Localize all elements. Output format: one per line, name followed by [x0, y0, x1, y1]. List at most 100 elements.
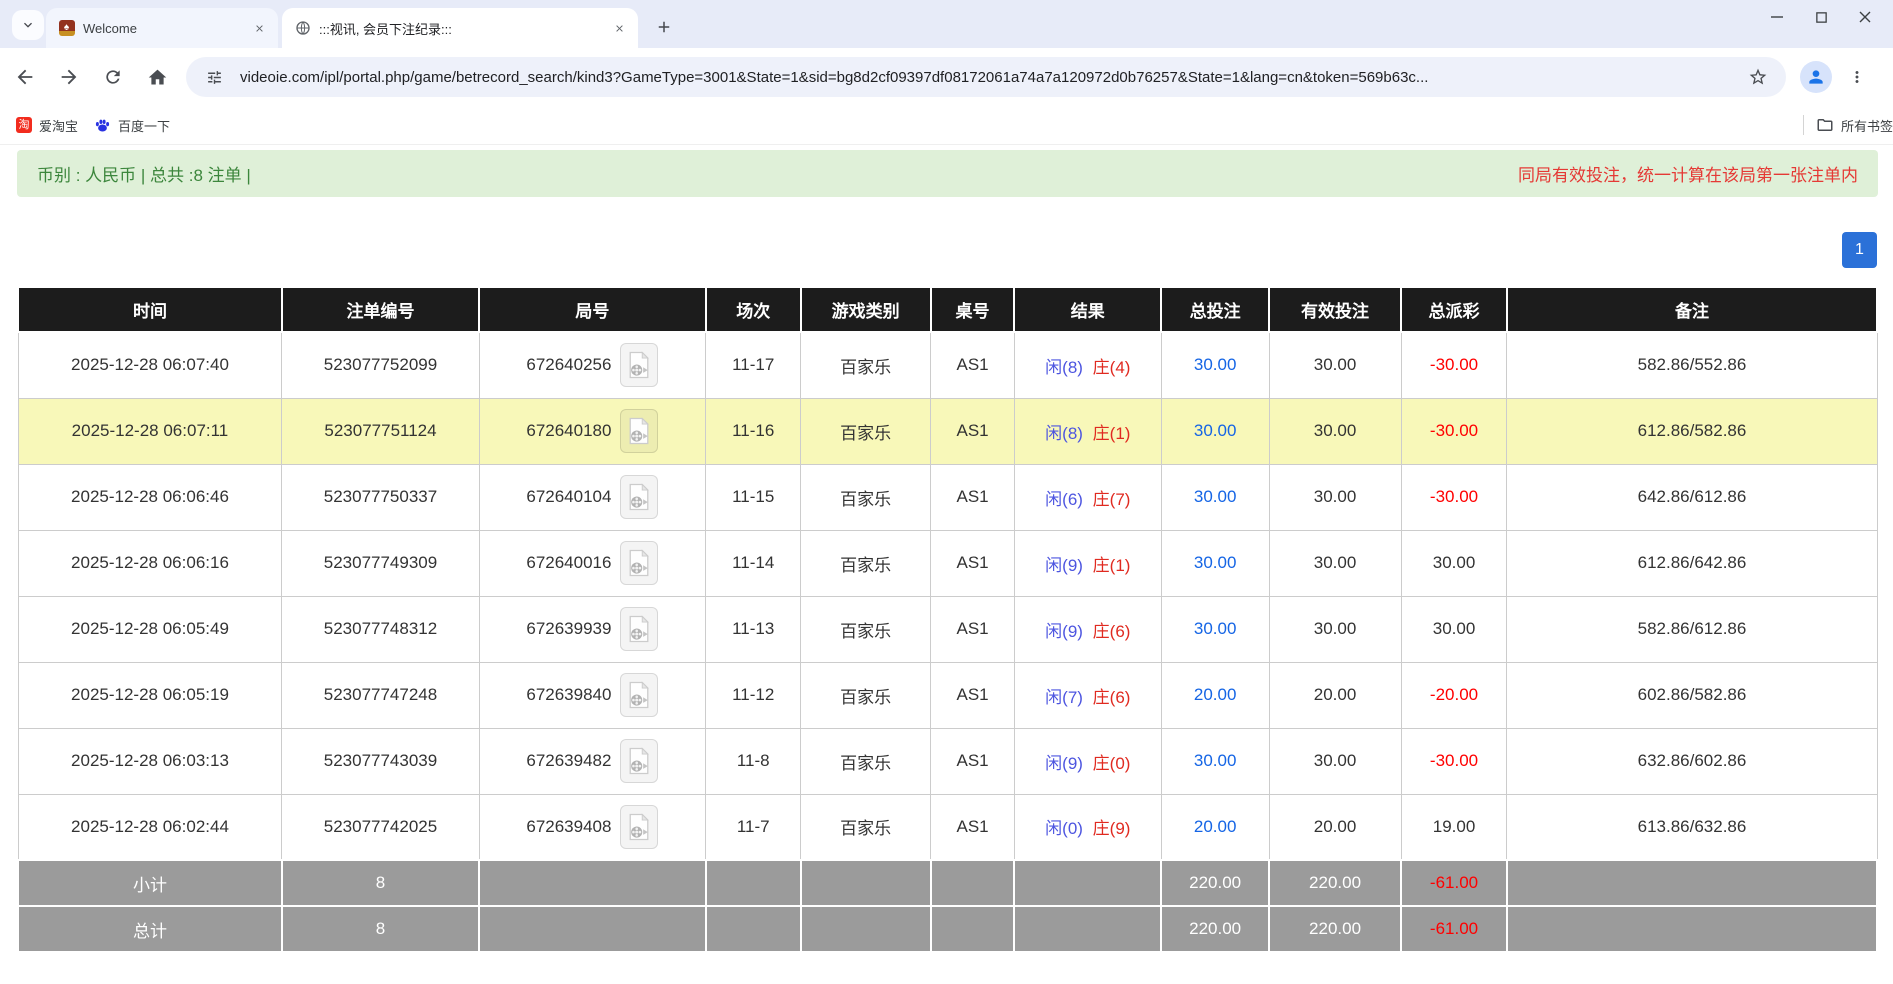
- minimize-button[interactable]: [1755, 0, 1799, 34]
- video-replay-button[interactable]: [620, 673, 658, 717]
- cell-bet-id: 523077751124: [282, 398, 479, 464]
- cell-empty: [1014, 906, 1161, 952]
- round-number: 672639408: [526, 817, 611, 837]
- cell-game-type: 百家乐: [801, 464, 931, 530]
- video-replay-button[interactable]: [620, 541, 658, 585]
- tab-title: Welcome: [83, 21, 242, 36]
- subtotal-payout: -61.00: [1401, 860, 1507, 906]
- cell-payout: -30.00: [1401, 398, 1507, 464]
- cell-result: 闲(9) 庄(1): [1014, 530, 1161, 596]
- cell-payout: -30.00: [1401, 464, 1507, 530]
- video-replay-button[interactable]: [620, 739, 658, 783]
- folder-icon: [1816, 116, 1834, 134]
- video-replay-button[interactable]: [620, 343, 658, 387]
- total-bet-link[interactable]: 30.00: [1194, 487, 1237, 506]
- video-replay-icon: [627, 681, 651, 709]
- profile-avatar[interactable]: [1800, 61, 1832, 93]
- back-button[interactable]: [6, 58, 44, 96]
- result-player: 闲(9): [1045, 754, 1083, 773]
- round-number: 672640180: [526, 421, 611, 441]
- cell-game-type: 百家乐: [801, 794, 931, 860]
- baidu-paw-icon: [94, 117, 111, 134]
- cell-total-bet: 30.00: [1161, 332, 1269, 398]
- cell-table-no: AS1: [931, 464, 1015, 530]
- three-dots-icon: [1848, 68, 1866, 86]
- cell-empty: [931, 906, 1015, 952]
- maximize-icon: [1815, 11, 1828, 24]
- total-bet-link[interactable]: 20.00: [1194, 685, 1237, 704]
- cell-total-bet: 30.00: [1161, 596, 1269, 662]
- bookmark-baidu[interactable]: 百度一下: [94, 116, 170, 135]
- cell-valid-bet: 30.00: [1269, 596, 1401, 662]
- video-replay-icon: [627, 483, 651, 511]
- result-player: 闲(8): [1045, 424, 1083, 443]
- cell-session: 11-17: [706, 332, 801, 398]
- round-number: 672639482: [526, 751, 611, 771]
- new-tab-button[interactable]: [650, 13, 678, 41]
- maximize-button[interactable]: [1799, 0, 1843, 34]
- header-payout: 总派彩: [1401, 287, 1507, 332]
- cell-payout: -30.00: [1401, 728, 1507, 794]
- currency-summary-text: 币别 : 人民币 | 总共 :8 注单 |: [37, 161, 251, 186]
- result-banker: 庄(9): [1093, 819, 1131, 838]
- valid-bet-notice-text: 同局有效投注，统一计算在该局第一张注单内: [1518, 161, 1858, 186]
- cell-table-no: AS1: [931, 794, 1015, 860]
- cell-time: 2025-12-28 06:05:49: [18, 596, 282, 662]
- header-result: 结果: [1014, 287, 1161, 332]
- home-button[interactable]: [138, 58, 176, 96]
- tab-close-icon[interactable]: [610, 19, 628, 37]
- result-banker: 庄(6): [1093, 688, 1131, 707]
- bet-record-table: 时间 注单编号 局号 场次 游戏类别 桌号 结果 总投注 有效投注 总派彩 备注…: [17, 286, 1878, 953]
- cell-empty: [1014, 860, 1161, 906]
- total-bet-link[interactable]: 30.00: [1194, 619, 1237, 638]
- video-replay-button[interactable]: [620, 805, 658, 849]
- subtotal-valid-bet: 220.00: [1269, 860, 1401, 906]
- video-replay-icon: [627, 351, 651, 379]
- cell-remark: 612.86/642.86: [1507, 530, 1877, 596]
- bookmarks-separator: [1803, 115, 1804, 135]
- cell-round: 672639939: [479, 596, 706, 662]
- video-replay-button[interactable]: [620, 475, 658, 519]
- tab-close-icon[interactable]: [250, 19, 268, 37]
- video-replay-button[interactable]: [620, 409, 658, 453]
- total-bet-link[interactable]: 30.00: [1194, 751, 1237, 770]
- tab-bet-record[interactable]: :::视讯, 会员下注纪录:::: [282, 8, 638, 48]
- site-info-icon[interactable]: [200, 63, 228, 91]
- person-icon: [1806, 67, 1826, 87]
- total-bet-link[interactable]: 30.00: [1194, 553, 1237, 572]
- close-window-button[interactable]: [1843, 0, 1887, 34]
- table-row: 2025-12-28 06:03:13 523077743039 6726394…: [18, 728, 1877, 794]
- plus-icon: [655, 18, 673, 36]
- address-bar[interactable]: videoie.com/ipl/portal.php/game/betrecor…: [186, 57, 1786, 97]
- browser-menu-button[interactable]: [1842, 62, 1872, 92]
- bookmark-taobao[interactable]: 淘 爱淘宝: [16, 116, 78, 135]
- cell-empty: [931, 860, 1015, 906]
- cell-empty: [801, 906, 931, 952]
- total-bet-link[interactable]: 30.00: [1194, 421, 1237, 440]
- total-bet-link[interactable]: 30.00: [1194, 355, 1237, 374]
- total-bet-link[interactable]: 20.00: [1194, 817, 1237, 836]
- result-player: 闲(7): [1045, 688, 1083, 707]
- cell-bet-id: 523077747248: [282, 662, 479, 728]
- bookmark-star-icon[interactable]: [1744, 63, 1772, 91]
- forward-button[interactable]: [50, 58, 88, 96]
- cell-table-no: AS1: [931, 728, 1015, 794]
- all-bookmarks-button[interactable]: 所有书签: [1816, 116, 1893, 135]
- total-count: 8: [282, 906, 479, 952]
- table-header: 时间 注单编号 局号 场次 游戏类别 桌号 结果 总投注 有效投注 总派彩 备注: [18, 287, 1877, 332]
- cell-game-type: 百家乐: [801, 530, 931, 596]
- cell-valid-bet: 30.00: [1269, 398, 1401, 464]
- cell-round: 672640104: [479, 464, 706, 530]
- tab-welcome[interactable]: ♠ Welcome: [46, 8, 278, 48]
- cell-remark: 582.86/612.86: [1507, 596, 1877, 662]
- tab-search-button[interactable]: [12, 10, 44, 40]
- page-1-button[interactable]: 1: [1842, 232, 1877, 268]
- cell-payout: 19.00: [1401, 794, 1507, 860]
- cell-table-no: AS1: [931, 662, 1015, 728]
- cell-game-type: 百家乐: [801, 596, 931, 662]
- header-game-type: 游戏类别: [801, 287, 931, 332]
- video-replay-button[interactable]: [620, 607, 658, 651]
- table-row: 2025-12-28 06:05:49 523077748312 6726399…: [18, 596, 1877, 662]
- cell-game-type: 百家乐: [801, 398, 931, 464]
- reload-button[interactable]: [94, 58, 132, 96]
